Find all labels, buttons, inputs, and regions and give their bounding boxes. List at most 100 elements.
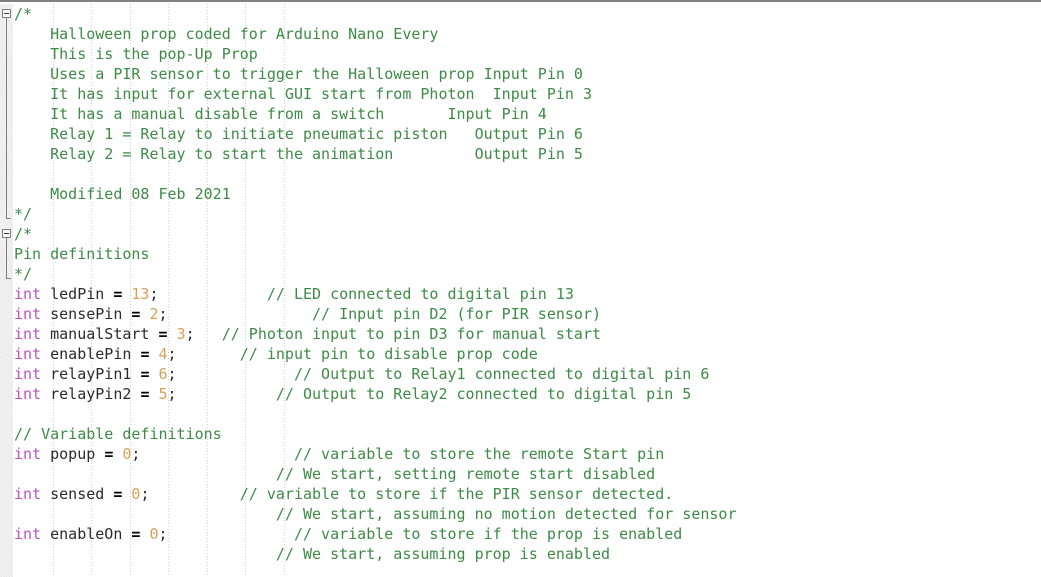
token-ident: sensed	[41, 485, 114, 503]
token-comment: // variable to store the remote Start pi…	[293, 445, 665, 463]
code-line[interactable]: Modified 08 Feb 2021	[14, 184, 1041, 204]
token-number: 3	[176, 325, 186, 343]
token-ident: manualStart	[41, 325, 159, 343]
code-line[interactable]: // We start, assuming no motion detected…	[14, 504, 1041, 524]
token-number: 13	[131, 285, 150, 303]
code-line[interactable]: // We start, assuming prop is enabled	[14, 544, 1041, 564]
token-ident	[177, 385, 276, 403]
code-text-area[interactable]: /* Halloween prop coded for Arduino Nano…	[14, 4, 1041, 577]
token-comment: This is the pop-Up Prop	[14, 45, 258, 63]
code-line[interactable]: Uses a PIR sensor to trigger the Hallowe…	[14, 64, 1041, 84]
token-number: 4	[158, 345, 168, 363]
token-ident	[177, 365, 294, 383]
code-line[interactable]: int enablePin = 4; // input pin to disab…	[14, 344, 1041, 364]
token-comment: Relay 1 = Relay to initiate pneumatic pi…	[14, 125, 583, 143]
token-comment: // Variable definitions	[14, 425, 222, 443]
code-line[interactable]: /*	[14, 4, 1041, 24]
code-line[interactable]: int enableOn = 0; // variable to store i…	[14, 524, 1041, 544]
token-keyword: int	[14, 285, 42, 303]
code-line[interactable]: int manualStart = 3; // Photon input to …	[14, 324, 1041, 344]
token-ident	[14, 505, 276, 523]
token-comment: // variable to store if the PIR sensor d…	[239, 485, 674, 503]
token-ident: popup	[41, 445, 105, 463]
token-number: 2	[149, 305, 159, 323]
token-comment: */	[14, 265, 33, 283]
token-ident: enablePin	[41, 345, 141, 363]
token-ident: relayPin2	[41, 385, 141, 403]
token-comment: // variable to store if the prop is enab…	[293, 525, 683, 543]
token-comment: // LED connected to digital pin 13	[266, 285, 574, 303]
token-ident	[149, 365, 158, 383]
code-line[interactable]: Halloween prop coded for Arduino Nano Ev…	[14, 24, 1041, 44]
code-lines[interactable]: /* Halloween prop coded for Arduino Nano…	[14, 4, 1041, 577]
token-comment: // We start, assuming prop is enabled	[275, 545, 611, 563]
token-comment: // Output to Relay1 connected to digital…	[293, 365, 710, 383]
token-comment: Modified 08 Feb 2021	[14, 185, 231, 203]
token-keyword: int	[14, 305, 42, 323]
code-line[interactable]: Relay 2 = Relay to start the animation O…	[14, 144, 1041, 164]
token-punct: ;	[158, 305, 168, 323]
token-ident: relayPin1	[41, 365, 141, 383]
code-line[interactable]: */	[14, 204, 1041, 224]
token-comment: // We start, assuming no motion detected…	[275, 505, 737, 523]
token-keyword: int	[14, 325, 42, 343]
code-line[interactable]	[14, 164, 1041, 184]
fold-toggle-icon[interactable]	[2, 229, 11, 238]
fold-gutter[interactable]	[0, 4, 14, 577]
token-keyword: int	[14, 385, 42, 403]
token-number: 5	[158, 385, 168, 403]
code-line[interactable]: Pin definitions	[14, 244, 1041, 264]
token-ident	[168, 305, 313, 323]
code-line[interactable]	[14, 564, 1041, 577]
code-line[interactable]: // We start, setting remote start disabl…	[14, 464, 1041, 484]
code-line[interactable]: int sensePin = 2; // Input pin D2 (for P…	[14, 304, 1041, 324]
token-ident	[195, 325, 222, 343]
code-line[interactable]: It has a manual disable from a switch In…	[14, 104, 1041, 124]
code-line[interactable]: /*	[14, 224, 1041, 244]
token-comment: /*	[14, 5, 33, 23]
code-line[interactable]: int relayPin1 = 6; // Output to Relay1 c…	[14, 364, 1041, 384]
token-number: 6	[158, 365, 168, 383]
token-ident	[149, 485, 239, 503]
code-line[interactable]: int relayPin2 = 5; // Output to Relay2 c…	[14, 384, 1041, 404]
token-comment: // Output to Relay2 connected to digital…	[275, 385, 692, 403]
code-line[interactable]: // Variable definitions	[14, 424, 1041, 444]
token-punct: ;	[158, 525, 168, 543]
code-line[interactable]: int popup = 0; // variable to store the …	[14, 444, 1041, 464]
token-keyword: int	[14, 345, 42, 363]
token-punct: ;	[167, 385, 177, 403]
token-comment: // Input pin D2 (for PIR sensor)	[312, 305, 602, 323]
token-comment: Relay 2 = Relay to start the animation O…	[14, 145, 583, 163]
token-ident	[159, 285, 267, 303]
token-comment: Halloween prop coded for Arduino Nano Ev…	[14, 25, 439, 43]
code-line[interactable]: This is the pop-Up Prop	[14, 44, 1041, 64]
token-ident	[140, 445, 294, 463]
token-comment: // Photon input to pin D3 for manual sta…	[221, 325, 602, 343]
code-line[interactable]: It has input for external GUI start from…	[14, 84, 1041, 104]
code-line[interactable]	[14, 404, 1041, 424]
code-line[interactable]: int sensed = 0; // variable to store if …	[14, 484, 1041, 504]
code-line[interactable]: int ledPin = 13; // LED connected to dig…	[14, 284, 1041, 304]
token-ident: ledPin	[41, 285, 114, 303]
token-comment: // We start, setting remote start disabl…	[275, 465, 656, 483]
token-keyword: int	[14, 365, 42, 383]
fold-toggle-icon[interactable]	[2, 9, 11, 18]
token-comment: It has input for external GUI start from…	[14, 85, 592, 103]
token-ident	[168, 325, 177, 343]
token-punct: ;	[185, 325, 195, 343]
code-line[interactable]: */	[14, 264, 1041, 284]
token-punct: ;	[149, 285, 159, 303]
token-ident: sensePin	[41, 305, 132, 323]
code-editor[interactable]: /* Halloween prop coded for Arduino Nano…	[0, 0, 1041, 577]
token-ident	[177, 345, 240, 363]
code-line[interactable]: Relay 1 = Relay to initiate pneumatic pi…	[14, 124, 1041, 144]
token-ident	[14, 545, 276, 563]
token-op: =	[158, 325, 168, 343]
token-comment: // input pin to disable prop code	[239, 345, 538, 363]
token-op: =	[104, 445, 114, 463]
token-punct: ;	[167, 345, 177, 363]
token-ident: enableOn	[41, 525, 132, 543]
token-keyword: int	[14, 445, 42, 463]
token-comment: Uses a PIR sensor to trigger the Hallowe…	[14, 65, 583, 83]
token-keyword: int	[14, 485, 42, 503]
